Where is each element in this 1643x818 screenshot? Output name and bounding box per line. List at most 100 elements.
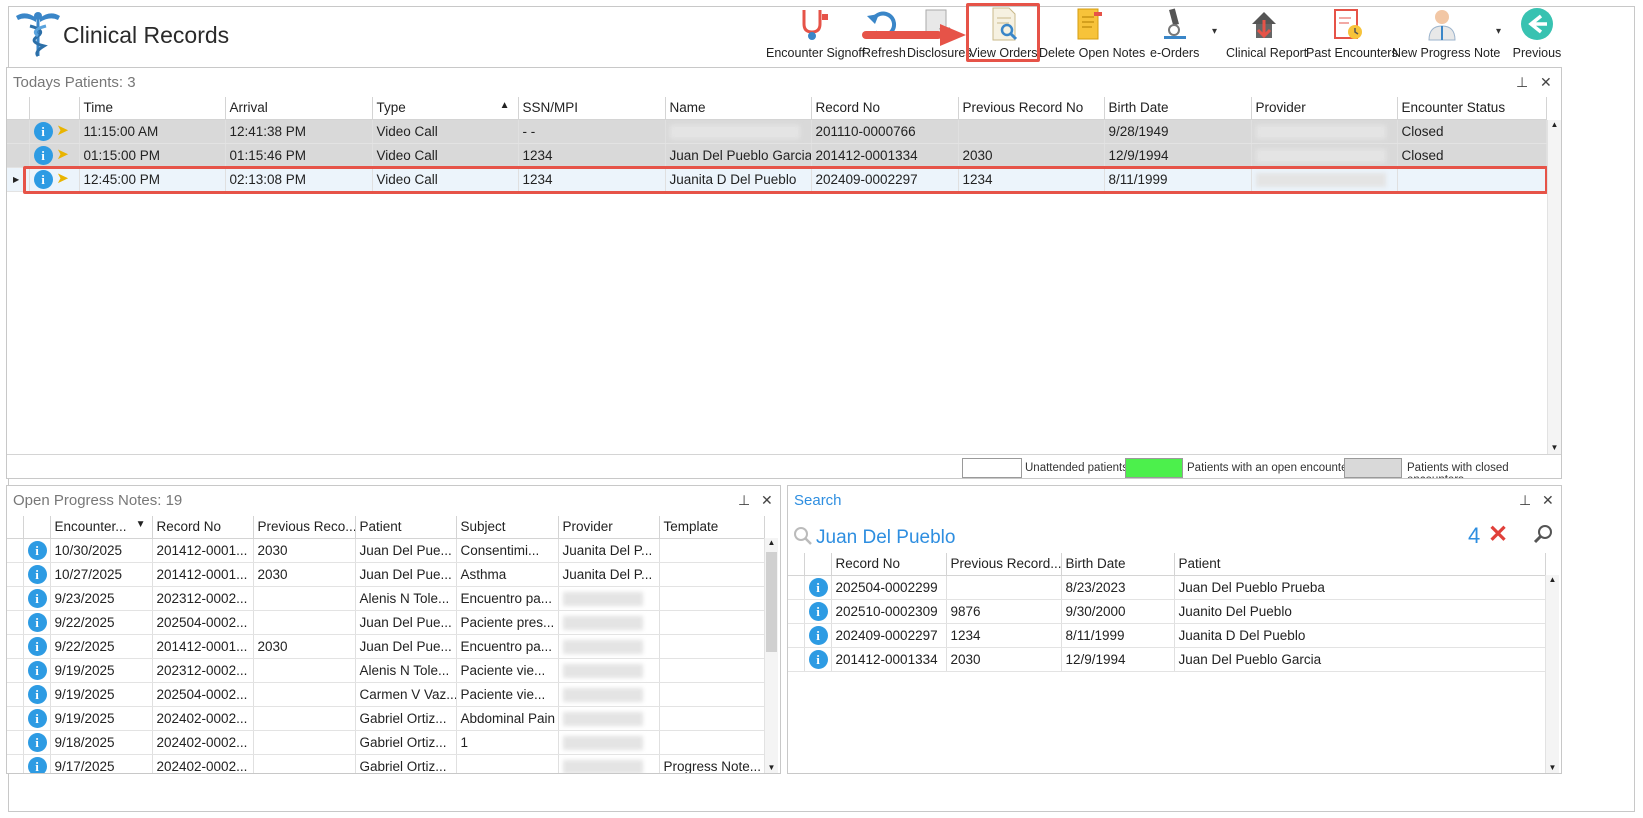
column-header-provider[interactable]: Provider (1251, 97, 1398, 120)
pin-icon[interactable]: ⊥ (1519, 492, 1531, 509)
legend-unattended: Unattended patients (1025, 462, 1128, 474)
column-header-patient[interactable]: Patient (1174, 553, 1546, 576)
list-item[interactable]: i 9/18/2025 202402-0002... Gabriel Ortiz...… (7, 730, 765, 755)
e-orders-button[interactable]: e-Orders (1150, 6, 1199, 64)
info-icon[interactable]: i (808, 577, 828, 597)
info-icon[interactable]: i (27, 588, 47, 608)
info-icon[interactable]: i (27, 660, 47, 680)
clear-search-icon[interactable]: ✕ (1488, 520, 1508, 549)
close-icon[interactable]: ✕ (761, 492, 773, 509)
search-result-count: 4 (1468, 523, 1481, 548)
redacted-provider (562, 639, 643, 654)
info-icon[interactable]: i (27, 756, 47, 773)
search-input[interactable]: Juan Del Pueblo (816, 527, 955, 549)
search-go-icon[interactable] (1532, 523, 1554, 545)
column-header-previous-record[interactable]: Previous Reco... (253, 516, 356, 539)
redacted-provider (562, 735, 643, 750)
info-icon[interactable]: i (27, 564, 47, 584)
delete-open-notes-button[interactable]: Delete Open Notes (1039, 6, 1145, 64)
column-header-patient[interactable]: Patient (355, 516, 457, 539)
table-row[interactable]: i ➤ 11:15:00 AM 12:41:38 PM Video Call -… (7, 119, 1547, 144)
column-header-ssn[interactable]: SSN/MPI (518, 97, 666, 120)
column-header-birth-date[interactable]: Birth Date (1104, 97, 1252, 120)
column-header-previous-record-no[interactable]: Previous Record No (958, 97, 1105, 120)
search-result-row[interactable]: i 202409-0002297 1234 8/11/1999 Juanita D De… (788, 623, 1546, 648)
video-call-icon: ➤ (56, 146, 69, 164)
scroll-down-icon[interactable]: ▼ (1546, 763, 1559, 772)
search-result-row[interactable]: i 202504-0002299 8/23/2023 Juan Del Pueblo … (788, 575, 1546, 600)
scroll-down-icon[interactable]: ▼ (765, 763, 778, 772)
search-result-row[interactable]: i 201412-0001334 2030 12/9/1994 Juan Del Pue… (788, 647, 1546, 672)
list-item[interactable]: i 9/22/2025 202504-0002... Juan Del Pue... P… (7, 610, 765, 635)
new-progress-note-button[interactable]: New Progress Note (1392, 6, 1500, 64)
info-icon[interactable]: i (27, 684, 47, 704)
pin-icon[interactable]: ⊥ (738, 492, 750, 509)
column-header-previous-record[interactable]: Previous Record... (946, 553, 1062, 576)
new-progress-note-dropdown-icon[interactable]: ▾ (1496, 26, 1501, 37)
previous-button[interactable]: Previous (1512, 6, 1562, 64)
list-item[interactable]: i 9/19/2025 202402-0002... Gabriel Ortiz...… (7, 706, 765, 731)
table-header-row: Record No Previous Record... Birth Date … (788, 553, 1546, 576)
info-icon[interactable]: i (33, 145, 53, 165)
list-item[interactable]: i 9/19/2025 202312-0002... Alenis N Tole...… (7, 658, 765, 683)
info-icon[interactable]: i (27, 540, 47, 560)
list-item[interactable]: i 10/30/2025 201412-0001... 2030 Juan Del Pu… (7, 538, 765, 563)
scroll-up-icon[interactable]: ▲ (1546, 575, 1559, 584)
column-header-birth-date[interactable]: Birth Date (1061, 553, 1175, 576)
scroll-up-icon[interactable]: ▲ (765, 538, 778, 547)
column-header-record-no[interactable]: Record No (152, 516, 254, 539)
info-icon[interactable]: i (27, 636, 47, 656)
column-header-name[interactable]: Name (665, 97, 812, 120)
column-header-encounter[interactable]: Encounter... ▼ (50, 516, 153, 539)
info-icon[interactable]: i (33, 121, 53, 141)
list-item[interactable]: i 9/17/2025 202402-0002... Gabriel Ortiz...… (7, 754, 765, 773)
close-icon[interactable]: ✕ (1542, 492, 1554, 509)
stethoscope-icon (802, 10, 828, 40)
list-item[interactable]: i 9/19/2025 202504-0002... Carmen V Vaz... P… (7, 682, 765, 707)
column-header-encounter-status[interactable]: Encounter Status (1397, 97, 1547, 120)
redacted-provider (562, 591, 643, 606)
info-icon[interactable]: i (808, 625, 828, 645)
column-header-arrival[interactable]: Arrival (225, 97, 373, 120)
info-icon[interactable]: i (808, 649, 828, 669)
redacted-provider (562, 759, 643, 773)
clinical-report-button[interactable]: Clinical Report (1226, 6, 1307, 64)
search-result-row[interactable]: i 202510-0002309 9876 9/30/2000 Juanito Del … (788, 599, 1546, 624)
pin-icon[interactable]: ⊥ (1516, 74, 1528, 91)
column-header-subject[interactable]: Subject (456, 516, 559, 539)
info-icon[interactable]: i (27, 612, 47, 632)
list-item[interactable]: i 9/23/2025 202312-0002... Alenis N Tole...… (7, 586, 765, 611)
close-icon[interactable]: ✕ (1540, 74, 1552, 91)
column-header-record-no[interactable]: Record No (811, 97, 959, 120)
vertical-scrollbar[interactable]: ▲ ▼ (764, 538, 778, 773)
open-progress-notes-table: Encounter... ▼ Record No Previous Reco...… (7, 516, 765, 773)
info-icon[interactable]: i (808, 601, 828, 621)
table-row[interactable]: i ➤ 01:15:00 PM 01:15:46 PM Video Call 1… (7, 143, 1547, 168)
caduceus-logo-icon (16, 12, 60, 58)
column-header-type[interactable]: Type ▲ (372, 97, 519, 120)
past-encounters-button[interactable]: Past Encounters (1306, 6, 1398, 64)
vertical-scrollbar[interactable]: ▲ ▼ (1545, 575, 1559, 773)
redacted-name (669, 124, 800, 139)
todays-patients-panel: Todays Patients: 3 ⊥ ✕ Time Arrival Type… (6, 67, 1562, 479)
scroll-down-icon[interactable]: ▼ (1548, 443, 1561, 452)
redacted-provider (1255, 124, 1386, 139)
encounter-signoff-button[interactable]: Encounter Signoff (766, 6, 865, 64)
column-header-template[interactable]: Template (659, 516, 765, 539)
column-header-time[interactable]: Time (79, 97, 226, 120)
column-header-record-no[interactable]: Record No (831, 553, 947, 576)
e-orders-dropdown-icon[interactable]: ▾ (1212, 26, 1217, 37)
list-item[interactable]: i 10/27/2025 201412-0001... 2030 Juan Del Pu… (7, 562, 765, 587)
column-header-provider[interactable]: Provider (558, 516, 660, 539)
list-item[interactable]: i 9/22/2025 201412-0001... 2030 Juan Del Pue… (7, 634, 765, 659)
info-icon[interactable]: i (27, 708, 47, 728)
info-icon[interactable]: i (27, 732, 47, 752)
scroll-thumb[interactable] (766, 552, 777, 652)
todays-patients-title: Todays Patients: 3 (13, 74, 136, 91)
scroll-up-icon[interactable]: ▲ (1548, 120, 1561, 129)
open-progress-notes-panel: Open Progress Notes: 19 ⊥ ✕ Encounter...… (6, 485, 781, 774)
redacted-provider (1255, 148, 1386, 163)
app-title: Clinical Records (63, 22, 230, 48)
vertical-scrollbar[interactable]: ▲ ▼ (1547, 120, 1561, 454)
delete-notes-icon (1077, 8, 1102, 40)
